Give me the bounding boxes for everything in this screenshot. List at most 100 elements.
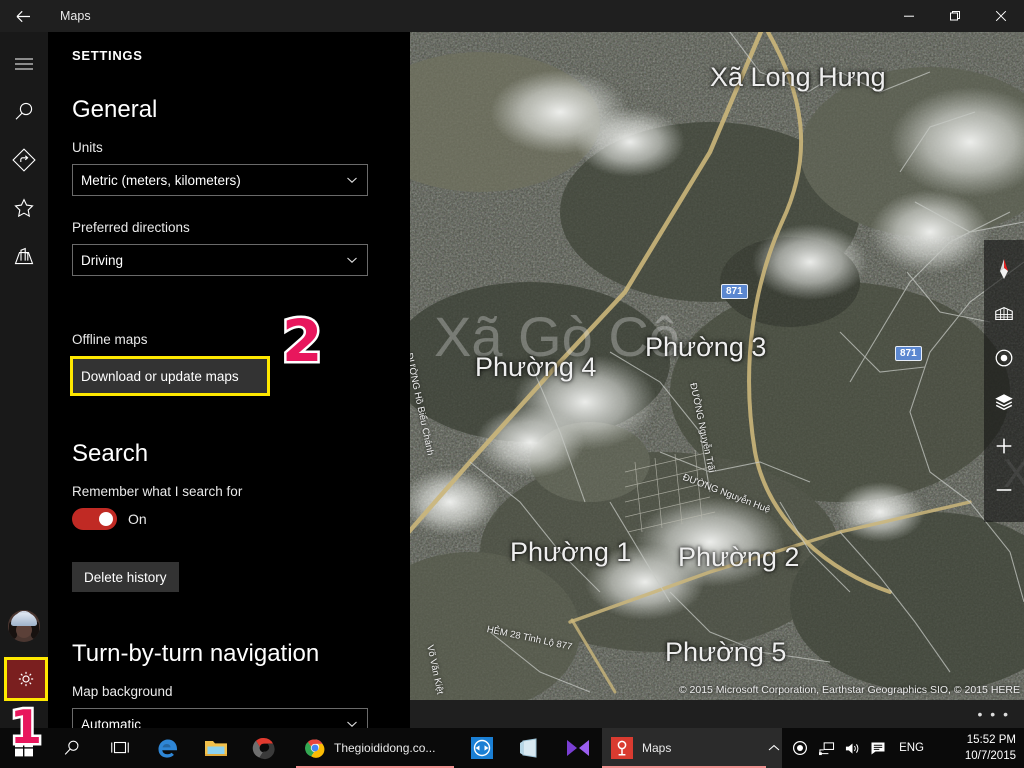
network-icon bbox=[818, 741, 835, 756]
user-avatar[interactable] bbox=[8, 610, 40, 642]
section-title-navigation: Turn-by-turn navigation bbox=[72, 640, 319, 668]
tilt-3d-grid-icon bbox=[993, 303, 1015, 325]
star-icon bbox=[12, 196, 36, 220]
map-layers-icon bbox=[993, 391, 1015, 413]
search-icon bbox=[12, 100, 36, 124]
taskbar-app-chromium[interactable] bbox=[240, 728, 288, 768]
title-bar: Maps bbox=[0, 0, 1024, 32]
maximize-button[interactable] bbox=[932, 0, 978, 32]
map-layers-button[interactable] bbox=[984, 380, 1024, 424]
left-nav-rail bbox=[0, 32, 48, 728]
remember-search-label: Remember what I search for bbox=[72, 484, 242, 499]
compass-button[interactable] bbox=[984, 248, 1024, 292]
settings-header: SETTINGS bbox=[72, 48, 143, 63]
settings-button[interactable] bbox=[4, 657, 48, 701]
media-player-icon bbox=[565, 737, 591, 759]
chromium-icon bbox=[251, 735, 277, 761]
taskbar-app-file-explorer[interactable] bbox=[192, 728, 240, 768]
taskbar-clock[interactable]: 15:52 PM 10/7/2015 bbox=[942, 732, 1016, 764]
directions-label: Preferred directions bbox=[72, 220, 190, 235]
system-tray: ENG bbox=[761, 728, 932, 768]
units-label: Units bbox=[72, 140, 103, 155]
download-or-update-maps-button[interactable]: Download or update maps bbox=[70, 356, 270, 396]
maps-app-window: Maps bbox=[0, 0, 1024, 768]
map-app-bar: • • • bbox=[410, 700, 1024, 728]
sidebar-item-hamburger[interactable] bbox=[0, 40, 48, 88]
show-hidden-icons-button[interactable] bbox=[761, 728, 787, 768]
taskbar-app-edge[interactable] bbox=[144, 728, 192, 768]
delete-history-button[interactable]: Delete history bbox=[72, 562, 179, 592]
taskbar-search-icon bbox=[62, 738, 82, 758]
chevron-down-icon bbox=[345, 253, 359, 267]
file-explorer-icon bbox=[203, 737, 229, 759]
toggle-knob bbox=[99, 512, 113, 526]
toggle-state-label: On bbox=[128, 511, 147, 527]
hamburger-menu-icon bbox=[13, 53, 35, 75]
locate-me-icon bbox=[993, 347, 1015, 369]
map-copyright: © 2015 Microsoft Corporation, Earthstar … bbox=[679, 684, 1020, 696]
teamviewer-icon bbox=[470, 736, 494, 760]
chevron-down-icon bbox=[345, 173, 359, 187]
minimize-icon bbox=[903, 10, 915, 22]
taskbar-app-onenote[interactable] bbox=[506, 728, 554, 768]
network-button[interactable] bbox=[813, 728, 839, 768]
taskbar-app-teamviewer[interactable] bbox=[458, 728, 506, 768]
taskbar-app-label: Maps bbox=[642, 741, 671, 755]
map-ghost-label-primary: Xã Gò Cô bbox=[434, 304, 680, 369]
taskbar-app-maps[interactable]: Maps bbox=[602, 728, 782, 768]
close-button[interactable] bbox=[978, 0, 1024, 32]
language-indicator[interactable]: ENG bbox=[891, 742, 932, 754]
taskbar-app-chrome-thegioididong[interactable]: Thegioididong.co... bbox=[296, 728, 470, 768]
chevron-up-icon bbox=[767, 741, 781, 755]
offline-maps-label: Offline maps bbox=[72, 332, 148, 347]
highway-shield-871-b: 871 bbox=[895, 346, 922, 361]
minus-icon bbox=[993, 479, 1015, 501]
task-view-button[interactable] bbox=[96, 728, 144, 768]
directions-dropdown[interactable]: Driving bbox=[72, 244, 368, 276]
action-center-button[interactable] bbox=[865, 728, 891, 768]
units-value: Metric (meters, kilometers) bbox=[81, 173, 345, 188]
section-title-search: Search bbox=[72, 440, 148, 468]
taskbar: Thegioididong.co... bbox=[0, 728, 1024, 768]
window-title: Maps bbox=[60, 0, 91, 32]
locate-me-button[interactable] bbox=[984, 336, 1024, 380]
remember-search-toggle[interactable] bbox=[72, 508, 117, 530]
sidebar-item-3d-cities[interactable] bbox=[0, 232, 48, 280]
avatar-cap bbox=[11, 613, 37, 626]
minimize-button[interactable] bbox=[886, 0, 932, 32]
map-canvas[interactable]: Xã Gò Cô X Xã Long Hưng Phường 4 Phường … bbox=[410, 32, 1024, 700]
edge-icon bbox=[155, 735, 181, 761]
compass-needle-icon bbox=[995, 257, 1013, 283]
sidebar-item-directions[interactable] bbox=[0, 136, 48, 184]
taskbar-search-button[interactable] bbox=[48, 728, 96, 768]
zoom-in-button[interactable] bbox=[984, 424, 1024, 468]
back-button[interactable] bbox=[0, 0, 46, 32]
recording-indicator[interactable] bbox=[787, 728, 813, 768]
back-arrow-icon bbox=[14, 7, 33, 26]
directions-value: Driving bbox=[81, 253, 345, 268]
chevron-down-icon bbox=[345, 717, 359, 728]
gear-icon bbox=[15, 668, 37, 690]
annotation-step-1: 1 bbox=[10, 704, 42, 750]
sidebar-item-favorites[interactable] bbox=[0, 184, 48, 232]
volume-button[interactable] bbox=[839, 728, 865, 768]
tilt-3d-button[interactable] bbox=[984, 292, 1024, 336]
map-controls bbox=[984, 240, 1024, 522]
speaker-icon bbox=[844, 741, 861, 756]
close-icon bbox=[995, 10, 1007, 22]
app-bar-overflow-button[interactable]: • • • bbox=[978, 707, 1010, 721]
task-view-icon bbox=[109, 739, 131, 757]
units-dropdown[interactable]: Metric (meters, kilometers) bbox=[72, 164, 368, 196]
chrome-icon bbox=[304, 737, 326, 759]
clock-time: 15:52 PM bbox=[942, 732, 1016, 748]
sidebar-item-search[interactable] bbox=[0, 88, 48, 136]
taskbar-app-media-player[interactable] bbox=[554, 728, 602, 768]
taskbar-app-label: Thegioididong.co... bbox=[334, 741, 435, 755]
record-circle-icon bbox=[792, 740, 808, 756]
clock-date: 10/7/2015 bbox=[942, 748, 1016, 764]
window-controls bbox=[886, 0, 1024, 32]
map-background-label: Map background bbox=[72, 684, 173, 699]
maximize-icon bbox=[949, 10, 961, 22]
map-background-dropdown[interactable]: Automatic bbox=[72, 708, 368, 728]
zoom-out-button[interactable] bbox=[984, 468, 1024, 512]
